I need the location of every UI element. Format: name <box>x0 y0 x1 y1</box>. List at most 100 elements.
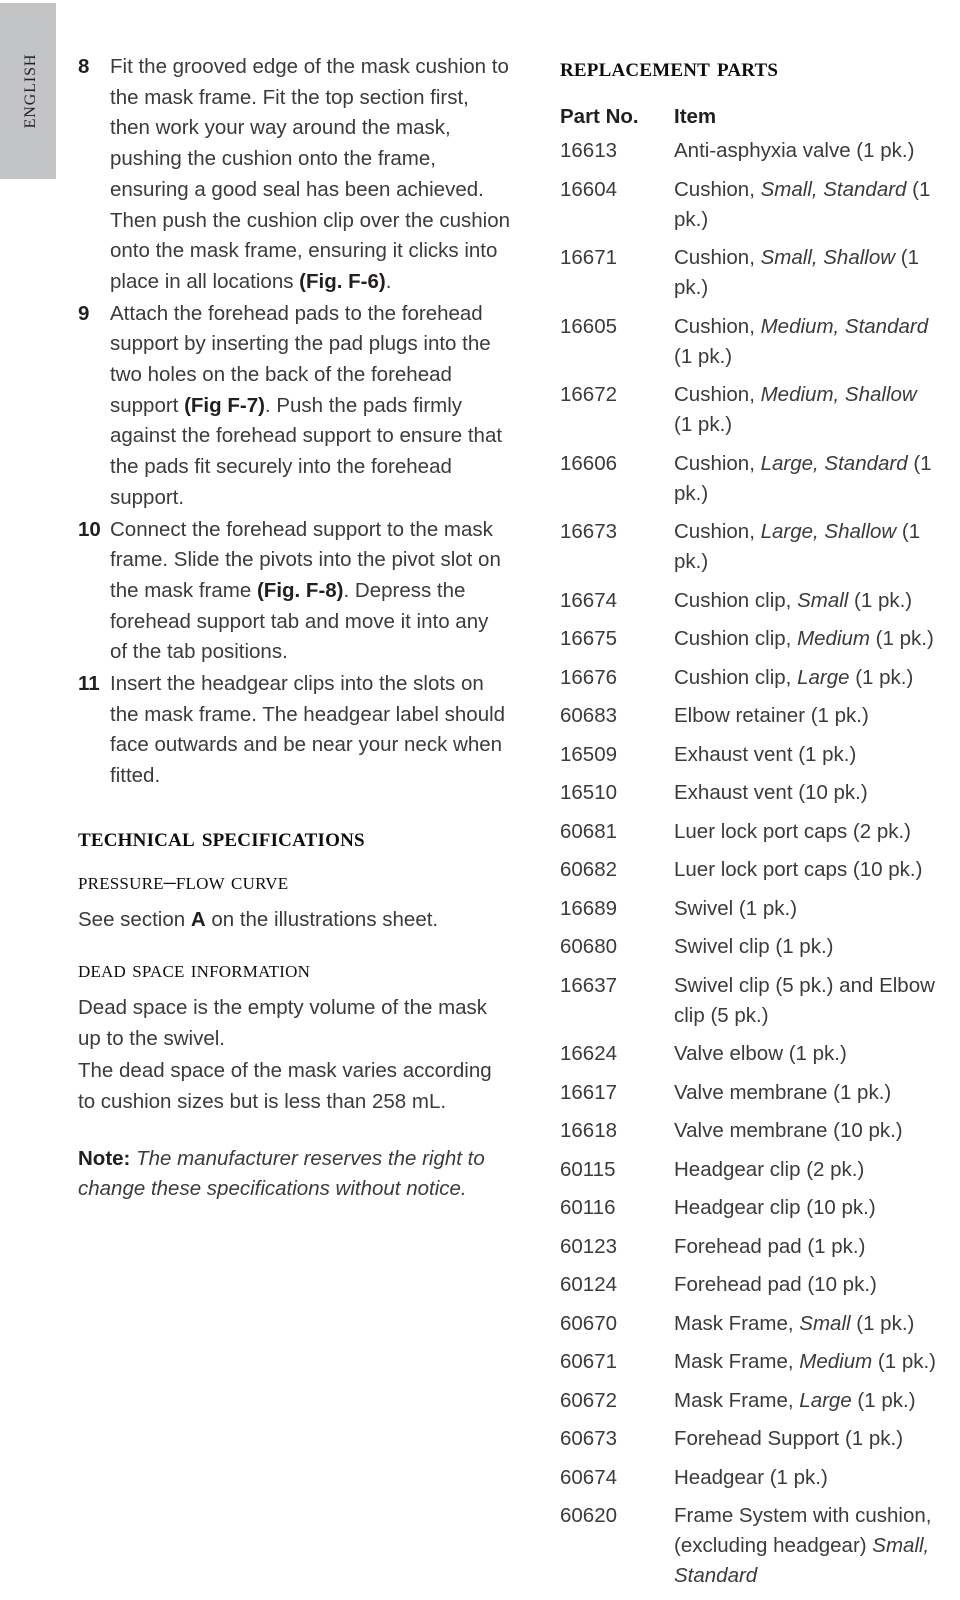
part-description-line: Luer lock port caps (2 pk.) <box>674 817 952 847</box>
right-column: Replacement Parts Part No. Item 16613 Ant… <box>560 52 952 1600</box>
part-number: 60683 <box>560 704 618 728</box>
part-description: Cushion, Medium, Standard (1 pk.) <box>674 312 952 372</box>
part-description: Cushion, Large, Shallow (1 pk.) <box>674 517 952 577</box>
part-description-line: Mask Frame, Small (1 pk.) <box>674 1309 952 1339</box>
note-label: Note: <box>78 1146 131 1170</box>
part-description: Frame System with cushion, (excluding hea… <box>674 1501 952 1591</box>
part-text: Cushion, <box>674 314 761 338</box>
part-text: Forehead pad (1 pk.) <box>674 1234 866 1258</box>
dead-space-information-heading: Dead Space Information <box>78 957 311 984</box>
parts-table-row: 16676 Cushion clip, Large (1 pk.) <box>560 663 952 693</box>
part-number: 16617 <box>560 1080 618 1104</box>
parts-table-row: 60683 Elbow retainer (1 pk.) <box>560 701 952 731</box>
part-description-line: Cushion, Small, Shallow (1 pk.) <box>674 243 952 303</box>
part-description: Mask Frame, Medium (1 pk.) <box>674 1347 952 1377</box>
part-description-line: Cushion, Large, Shallow (1 pk.) <box>674 517 952 577</box>
parts-table-row: 16509 Exhaust vent (1 pk.) <box>560 740 952 770</box>
parts-table-row: 16606 Cushion, Large, Standard (1 pk.) <box>560 449 952 509</box>
parts-table-row: 16617 Valve membrane (1 pk.) <box>560 1078 952 1108</box>
step-number: 11 <box>78 672 100 696</box>
part-description-line: Cushion clip, Small (1 pk.) <box>674 586 952 616</box>
part-number: 16618 <box>560 1119 618 1143</box>
part-description: Swivel (1 pk.) <box>674 894 952 924</box>
step-paragraph: Attach the forehead pads to the forehead… <box>110 301 503 509</box>
left-column: 8 Fit the grooved edge of the mask cushio… <box>78 52 510 1205</box>
part-size-emphasis: Small, Shallow <box>760 246 896 270</box>
part-text: Swivel clip (5 pk.) and Elbow <box>674 973 935 997</box>
parts-table-row: 16624 Valve elbow (1 pk.) <box>560 1039 952 1069</box>
part-number: 16674 <box>560 588 618 612</box>
step-number: 9 <box>78 301 90 325</box>
part-description-line: (1 pk.) <box>674 342 952 372</box>
part-text: Cushion, <box>674 451 761 475</box>
part-number: 16672 <box>560 383 618 407</box>
parts-table-row: 16613 Anti-asphyxia valve (1 pk.) <box>560 136 952 166</box>
parts-table-row: 60671 Mask Frame, Medium (1 pk.) <box>560 1347 952 1377</box>
part-description: Cushion, Medium, Shallow (1 pk.) <box>674 380 952 440</box>
part-text: Cushion clip, <box>674 665 798 689</box>
step-number: 10 <box>78 517 101 541</box>
part-number: 16673 <box>560 520 618 544</box>
dead-space-paragraph-2: The dead space of the mask varies accord… <box>78 1059 492 1113</box>
parts-table-row: 60116 Headgear clip (10 pk.) <box>560 1193 952 1223</box>
part-text: Exhaust vent (1 pk.) <box>674 742 857 766</box>
part-description: Mask Frame, Small (1 pk.) <box>674 1309 952 1339</box>
part-number: 60123 <box>560 1234 618 1258</box>
part-description: Swivel clip (5 pk.) and Elbow clip (5 pk.… <box>674 971 952 1031</box>
part-description: Cushion clip, Large (1 pk.) <box>674 663 952 693</box>
replacement-parts-heading: Replacement Parts <box>560 52 779 82</box>
part-description-line: Valve elbow (1 pk.) <box>674 1039 952 1069</box>
part-text: Cushion, <box>674 383 761 407</box>
part-size-emphasis: Small <box>799 1311 851 1335</box>
part-text: Elbow retainer (1 pk.) <box>674 704 869 728</box>
part-text: Exhaust vent (10 pk.) <box>674 781 868 805</box>
part-description-line: Forehead pad (1 pk.) <box>674 1232 952 1262</box>
part-number: 60682 <box>560 858 618 882</box>
instruction-step: 8 Fit the grooved edge of the mask cushio… <box>78 52 510 298</box>
part-description-line: Mask Frame, Large (1 pk.) <box>674 1386 952 1416</box>
part-description-line: Anti-asphyxia valve (1 pk.) <box>674 136 952 166</box>
part-description: Elbow retainer (1 pk.) <box>674 701 952 731</box>
part-description: Anti-asphyxia valve (1 pk.) <box>674 136 952 166</box>
part-number: 16689 <box>560 896 618 920</box>
column-header-part-no: Part No. <box>560 105 639 129</box>
parts-table-row: 60674 Headgear (1 pk.) <box>560 1463 952 1493</box>
pressure-flow-section-letter: A <box>190 907 206 931</box>
part-text: Luer lock port caps (2 pk.) <box>674 819 911 843</box>
part-text: (1 pk.) <box>851 1388 916 1412</box>
part-description-line: Swivel (1 pk.) <box>674 894 952 924</box>
note-text: The manufacturer reserves the right to c… <box>78 1146 485 1201</box>
part-description: Valve membrane (1 pk.) <box>674 1078 952 1108</box>
parts-table-row: 16618 Valve membrane (10 pk.) <box>560 1116 952 1146</box>
step-paragraph: Fit the grooved edge of the mask cushion… <box>110 55 509 201</box>
part-description-line: Cushion clip, Medium (1 pk.) <box>674 624 952 654</box>
part-description: Cushion, Small, Standard (1 pk.) <box>674 175 952 235</box>
part-text: (1 pk.) <box>872 1350 937 1374</box>
parts-table-row: 60124 Forehead pad (10 pk.) <box>560 1270 952 1300</box>
part-number: 16671 <box>560 246 618 270</box>
part-description: Cushion, Small, Shallow (1 pk.) <box>674 243 952 303</box>
step-number: 8 <box>78 55 90 78</box>
part-description: Cushion clip, Small (1 pk.) <box>674 586 952 616</box>
pressure-flow-text-after: on the illustrations sheet. <box>205 907 439 931</box>
part-description: Luer lock port caps (2 pk.) <box>674 817 952 847</box>
parts-table-row: 60673 Forehead Support (1 pk.) <box>560 1424 952 1454</box>
part-size-emphasis: Medium, Shallow <box>760 383 917 407</box>
instruction-steps-list: 8 Fit the grooved edge of the mask cushio… <box>78 52 510 792</box>
instruction-step: 9 Attach the forehead pads to the forehea… <box>78 299 510 514</box>
part-text: Cushion, <box>674 520 761 544</box>
parts-table-row: 60123 Forehead pad (1 pk.) <box>560 1232 952 1262</box>
parts-table-row: 60620 Frame System with cushion, (excludin… <box>560 1501 952 1591</box>
parts-table-row: 16605 Cushion, Medium, Standard (1 pk.) <box>560 312 952 372</box>
part-number: 60674 <box>560 1465 618 1489</box>
step-text: Attach the forehead pads to the forehead… <box>110 299 510 514</box>
part-text: (excluding headgear) <box>674 1534 873 1558</box>
part-text: (1 pk.) <box>848 588 913 612</box>
part-number: 16510 <box>560 781 618 805</box>
part-description-line: Forehead Support (1 pk.) <box>674 1424 952 1454</box>
parts-table-row: 60672 Mask Frame, Large (1 pk.) <box>560 1386 952 1416</box>
figure-reference: (Fig. F-6) <box>299 269 386 293</box>
part-number: 60115 <box>560 1157 616 1181</box>
part-description-line: Mask Frame, Medium (1 pk.) <box>674 1347 952 1377</box>
part-description-line: clip (5 pk.) <box>674 1001 952 1031</box>
